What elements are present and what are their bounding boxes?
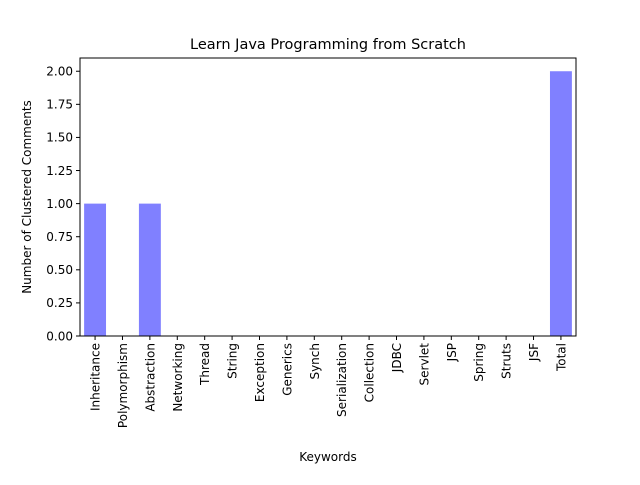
y-tick-label: 1.25 (46, 164, 73, 178)
x-tick-label-networking: Networking (171, 343, 185, 412)
x-tick-label-total: Total (554, 343, 568, 372)
y-tick-label: 0.75 (46, 230, 73, 244)
x-axis-title: Keywords (299, 450, 357, 464)
y-axis-title: Number of Clustered Comments (20, 100, 34, 294)
x-tick-label-exception: Exception (253, 343, 267, 402)
x-tick-label-string: String (226, 343, 240, 379)
x-tick-label-collection: Collection (363, 343, 377, 402)
x-tick-label-synch: Synch (308, 343, 322, 380)
x-tick-label-jdbc: JDBC (390, 343, 404, 373)
x-tick-label-servlet: Servlet (417, 343, 431, 386)
x-tick-label-abstraction: Abstraction (143, 343, 157, 412)
x-tick-label-serialization: Serialization (335, 343, 349, 417)
y-tick-label: 0.25 (46, 296, 73, 310)
y-tick-label: 1.50 (46, 131, 73, 145)
chart-svg: Learn Java Programming from Scratch 0.00… (0, 0, 640, 480)
x-tick-label-jsf: JSF (527, 343, 541, 362)
bar-inheritance (84, 203, 107, 336)
y-tick-label: 1.75 (46, 98, 73, 112)
x-tick-label-generics: Generics (280, 343, 294, 396)
bar-abstraction (138, 203, 161, 336)
y-tick-label: 1.00 (46, 197, 73, 211)
x-tick-label-thread: Thread (198, 343, 212, 386)
chart-title: Learn Java Programming from Scratch (190, 37, 466, 53)
x-tick-label-struts: Struts (500, 343, 514, 379)
y-tick-label: 0.50 (46, 263, 73, 277)
x-tick-label-inheritance: Inheritance (89, 343, 103, 411)
x-tick-label-polymorphism: Polymorphism (116, 343, 130, 428)
bar-total (549, 71, 572, 337)
x-tick-label-spring: Spring (472, 343, 486, 382)
y-tick-label: 0.00 (46, 329, 73, 343)
x-tick-label-jsp: JSP (445, 343, 459, 362)
bar-chart: Learn Java Programming from Scratch 0.00… (0, 0, 640, 480)
y-tick-label: 2.00 (46, 65, 73, 79)
